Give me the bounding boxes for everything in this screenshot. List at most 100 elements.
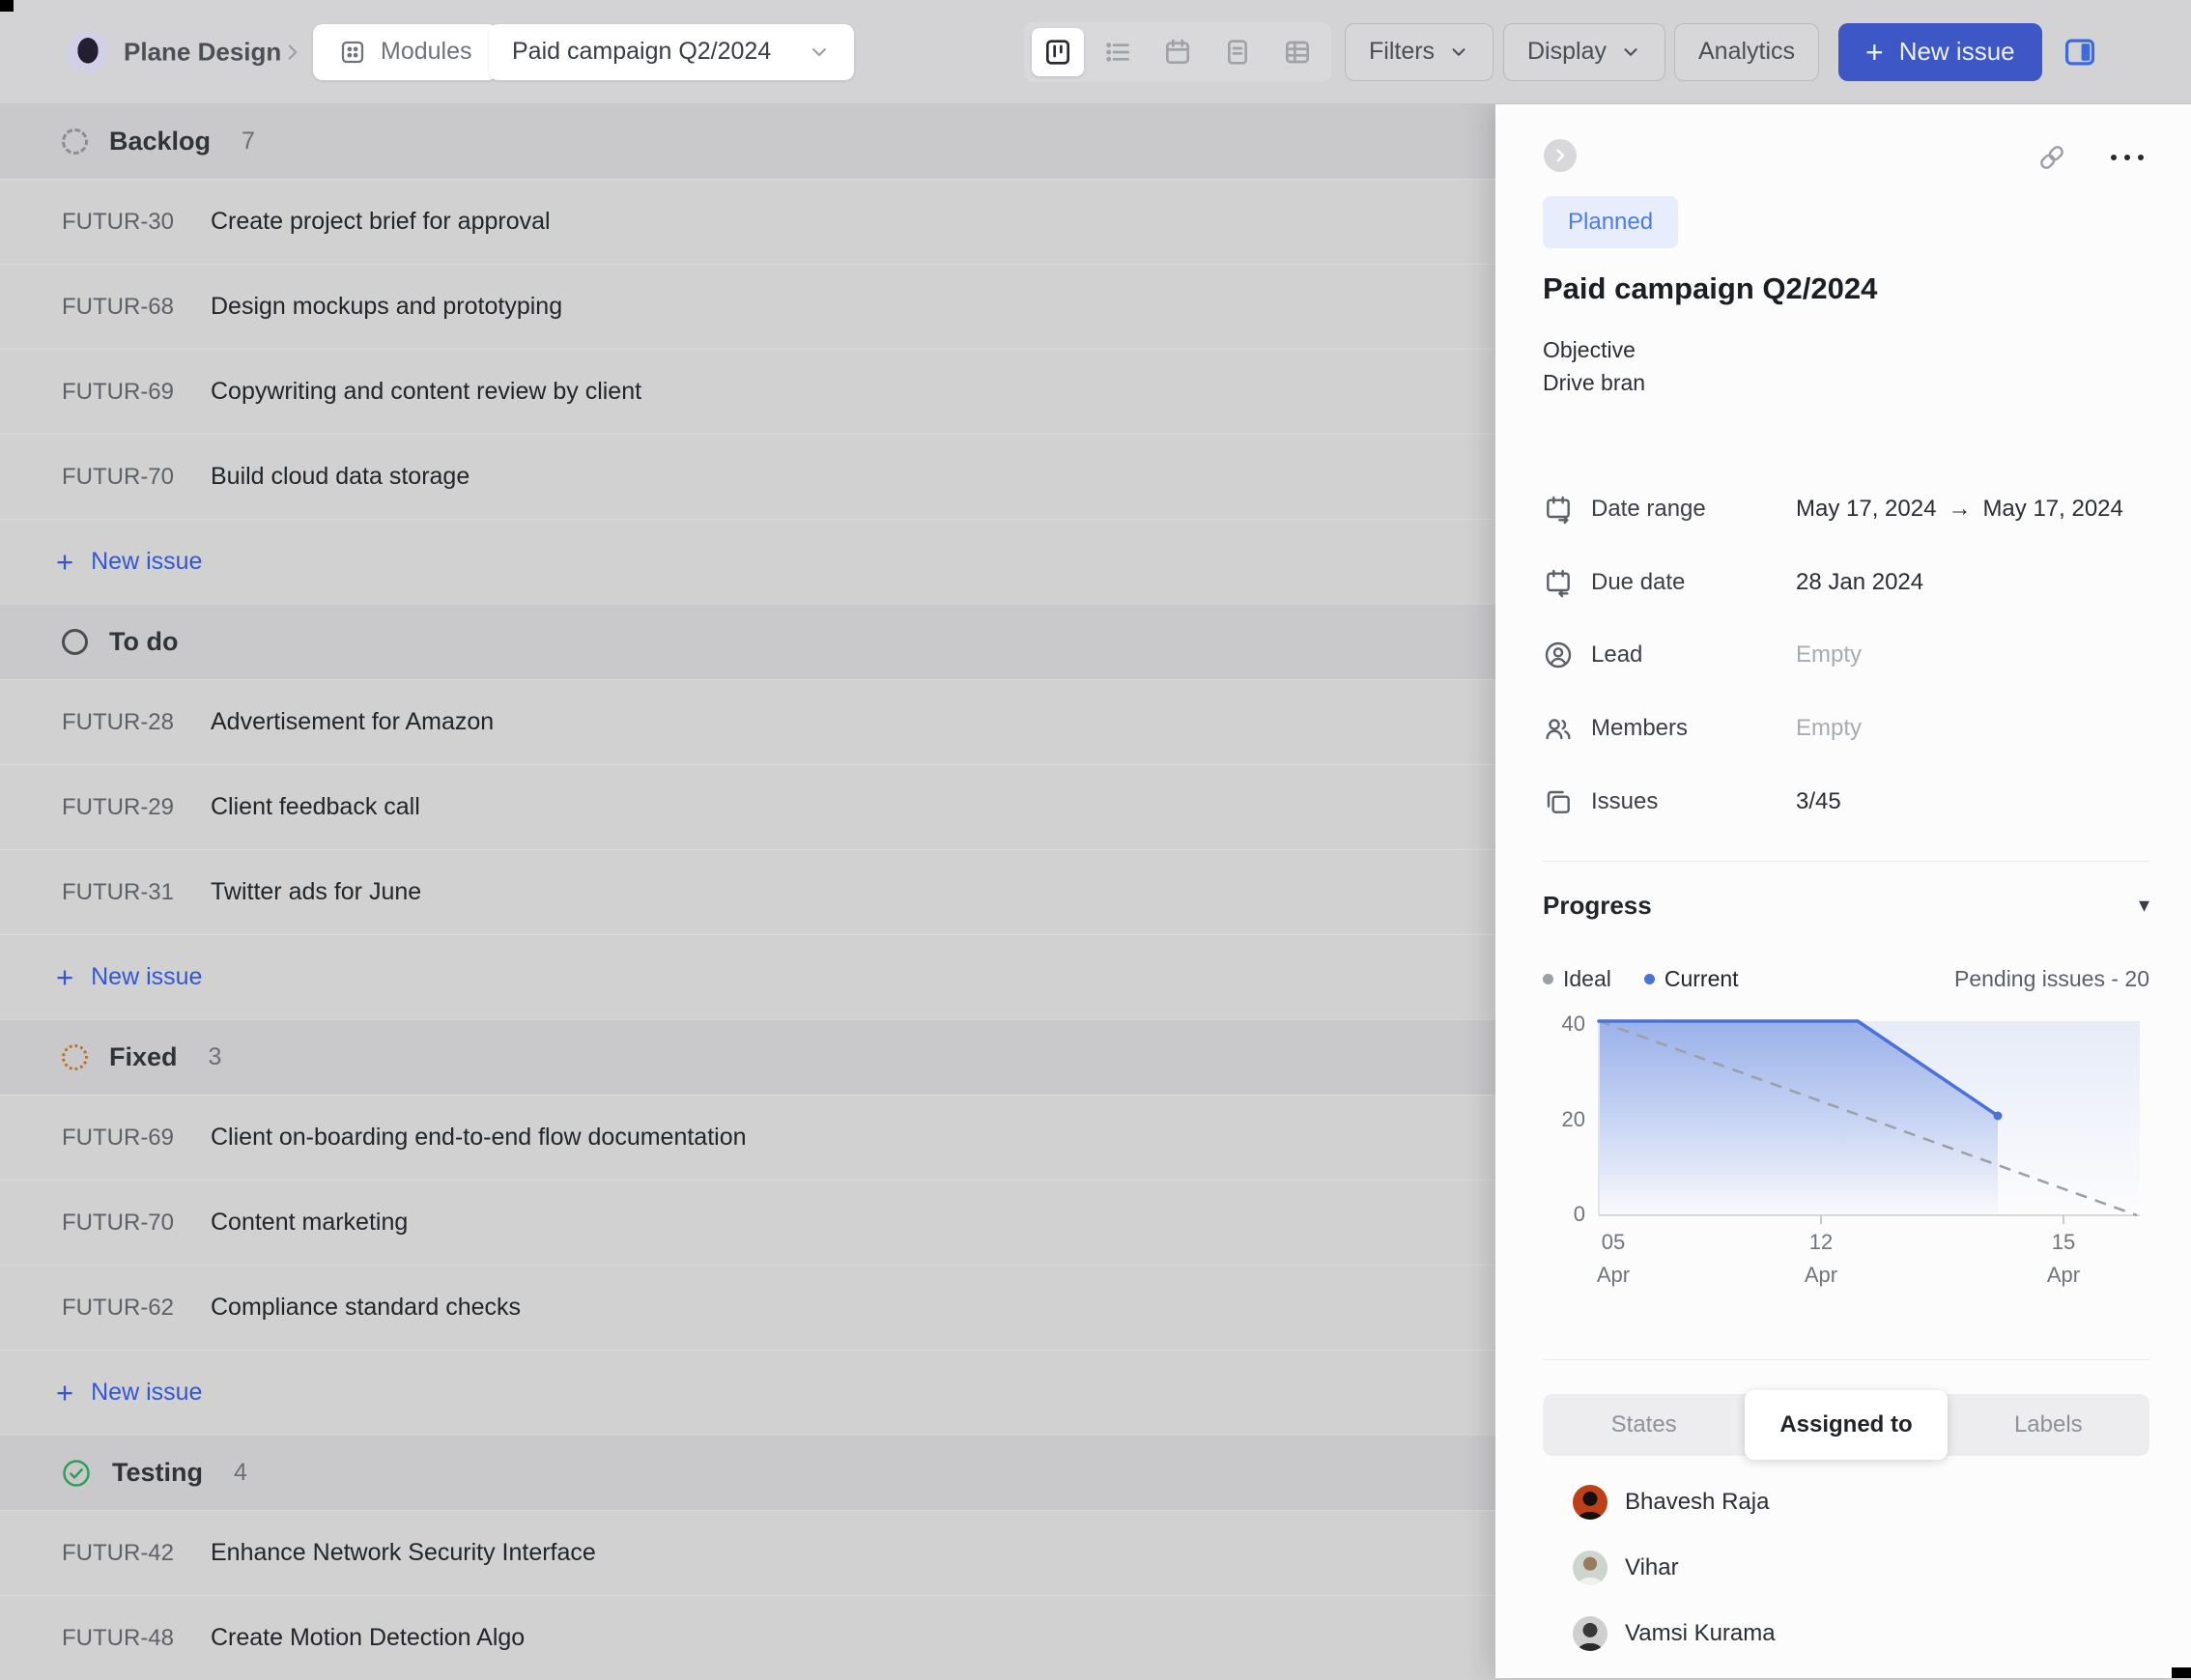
issue-id: FUTUR-68 [62, 294, 211, 321]
issue-row[interactable]: FUTUR-62 Compliance standard checks [0, 1265, 1495, 1350]
sidebar-panel-toggle-icon[interactable] [2062, 34, 2098, 71]
field-due-date: Due date 28 Jan 2024 [1543, 546, 2149, 619]
issue-row[interactable]: FUTUR-42 Enhance Network Security Interf… [0, 1510, 1495, 1595]
field-date-range: Date range May 17, 2024 → May 17, 2024 [1543, 472, 2149, 546]
copy-link-icon[interactable] [2034, 140, 2069, 175]
issues-stack-icon [1543, 786, 1574, 817]
members-value[interactable]: Empty [1796, 715, 1862, 742]
screen-artifact [2172, 1667, 2191, 1678]
caret-down-icon[interactable]: ▾ [2139, 893, 2149, 918]
issue-id: FUTUR-31 [62, 879, 211, 906]
tab-labels[interactable]: Labels [1948, 1394, 2149, 1456]
plus-icon: + [56, 1378, 73, 1408]
modules-button[interactable]: Modules [313, 24, 498, 80]
issue-id: FUTUR-42 [62, 1540, 211, 1567]
add-issue-button[interactable]: + New issue [0, 934, 1495, 1019]
issue-title: Content marketing [211, 1209, 408, 1237]
breadcrumb-workspace[interactable]: Plane Design [124, 37, 281, 67]
pending-issues-annotation: Pending issues - 20 [1954, 966, 2149, 992]
table-view-icon[interactable] [1271, 28, 1323, 76]
module-description[interactable]: Objective Drive bran [1543, 333, 1645, 399]
tab-states[interactable]: States [1543, 1394, 1745, 1456]
analytics-button[interactable]: Analytics [1674, 23, 1819, 81]
issue-title: Build cloud data storage [211, 463, 470, 491]
issue-id: FUTUR-28 [62, 709, 211, 736]
y-tick-label: 0 [1574, 1202, 1585, 1226]
issue-id: FUTUR-70 [62, 1210, 211, 1237]
spreadsheet-view-icon[interactable] [1211, 28, 1264, 76]
progress-section-header[interactable]: Progress ▾ [1543, 882, 2149, 928]
current-legend-label: Current [1665, 966, 1739, 992]
add-issue-label: New issue [91, 1379, 202, 1407]
chevron-right-icon [280, 40, 305, 65]
issue-row[interactable]: FUTUR-30 Create project brief for approv… [0, 179, 1495, 264]
issue-title: Compliance standard checks [211, 1294, 521, 1322]
issue-title: Enhance Network Security Interface [211, 1539, 596, 1567]
panel-tabs: States Assigned to Labels [1543, 1394, 2149, 1456]
lead-value[interactable]: Empty [1796, 641, 1862, 669]
issue-row[interactable]: FUTUR-48 Create Motion Detection Algo [0, 1595, 1495, 1680]
divider [1543, 861, 2149, 862]
x-tick-label-day: 05 [1602, 1230, 1625, 1254]
x-tick-label-month: Apr [1597, 1263, 1630, 1287]
module-selector-dropdown[interactable]: Paid campaign Q2/2024 [489, 24, 854, 80]
issue-title: Client feedback call [211, 793, 420, 821]
current-legend-dot [1644, 974, 1655, 984]
list-view-icon[interactable] [1092, 28, 1144, 76]
group-name: To do [109, 627, 178, 657]
chevron-down-icon [808, 41, 831, 64]
top-bar: Plane Design Modules Paid campaign Q2/20… [0, 0, 2191, 104]
issue-row[interactable]: FUTUR-68 Design mockups and prototyping [0, 264, 1495, 349]
filters-button[interactable]: Filters [1345, 23, 1494, 81]
assignee-row: Vamsi Kurama [1543, 1610, 2149, 1657]
issue-id: FUTUR-48 [62, 1625, 211, 1652]
issue-id: FUTUR-70 [62, 464, 211, 491]
new-issue-button[interactable]: + New issue [1838, 23, 2042, 81]
issues-count-value: 3/45 [1796, 788, 1841, 815]
issue-row[interactable]: FUTUR-28 Advertisement for Amazon [0, 679, 1495, 764]
description-line: Objective [1543, 333, 1645, 366]
issue-row[interactable]: FUTUR-69 Client on-boarding end-to-end f… [0, 1095, 1495, 1180]
date-range-value[interactable]: May 17, 2024 → May 17, 2024 [1796, 496, 2123, 523]
group-header-testing: Testing 4 [0, 1435, 1495, 1510]
issue-title: Twitter ads for June [211, 878, 421, 906]
due-date-value[interactable]: 28 Jan 2024 [1796, 569, 1923, 596]
current-line-endpoint [1994, 1112, 2003, 1121]
burndown-chart: 40 20 0 05 Apr 12 Apr 15 Apr [1543, 1000, 2149, 1299]
issue-row[interactable]: FUTUR-70 Build cloud data storage [0, 434, 1495, 519]
add-issue-button[interactable]: + New issue [0, 519, 1495, 604]
add-issue-button[interactable]: + New issue [0, 1350, 1495, 1435]
group-count: 4 [234, 1459, 247, 1487]
issue-title: Create Motion Detection Algo [211, 1624, 525, 1652]
panel-collapse-button[interactable] [1544, 139, 1577, 172]
screen-artifact [0, 0, 14, 12]
issue-row[interactable]: FUTUR-69 Copywriting and content review … [0, 349, 1495, 434]
field-label: Issues [1591, 788, 1796, 815]
issue-id: FUTUR-30 [62, 209, 211, 236]
group-header-backlog: Backlog 7 [0, 103, 1495, 179]
ideal-legend-label: Ideal [1563, 966, 1611, 992]
avatar [1573, 1616, 1608, 1651]
progress-title: Progress [1543, 891, 1652, 921]
filters-button-label: Filters [1369, 38, 1435, 66]
display-button[interactable]: Display [1503, 23, 1665, 81]
calendar-view-icon[interactable] [1152, 28, 1204, 76]
avatar [1573, 1551, 1608, 1585]
tab-assigned-to[interactable]: Assigned to [1745, 1390, 1947, 1460]
assignee-name: Bhavesh Raja [1625, 1489, 1769, 1516]
kanban-view-icon[interactable] [1032, 28, 1084, 76]
avatar [1573, 1485, 1608, 1520]
module-selector-value: Paid campaign Q2/2024 [512, 38, 771, 66]
more-options-icon[interactable] [2106, 146, 2148, 169]
issue-row[interactable]: FUTUR-70 Content marketing [0, 1180, 1495, 1265]
x-tick-label-day: 15 [2052, 1230, 2075, 1254]
issue-row[interactable]: FUTUR-31 Twitter ads for June [0, 849, 1495, 934]
issue-row[interactable]: FUTUR-29 Client feedback call [0, 764, 1495, 849]
group-name: Testing [112, 1458, 203, 1488]
issue-id: FUTUR-69 [62, 1125, 211, 1152]
field-members: Members Empty [1543, 692, 2149, 765]
module-issues-list: Backlog 7 FUTUR-30 Create project brief … [0, 103, 1495, 1680]
ideal-legend-dot [1543, 974, 1553, 984]
status-badge[interactable]: Planned [1543, 196, 1678, 248]
group-count: 7 [242, 128, 255, 156]
